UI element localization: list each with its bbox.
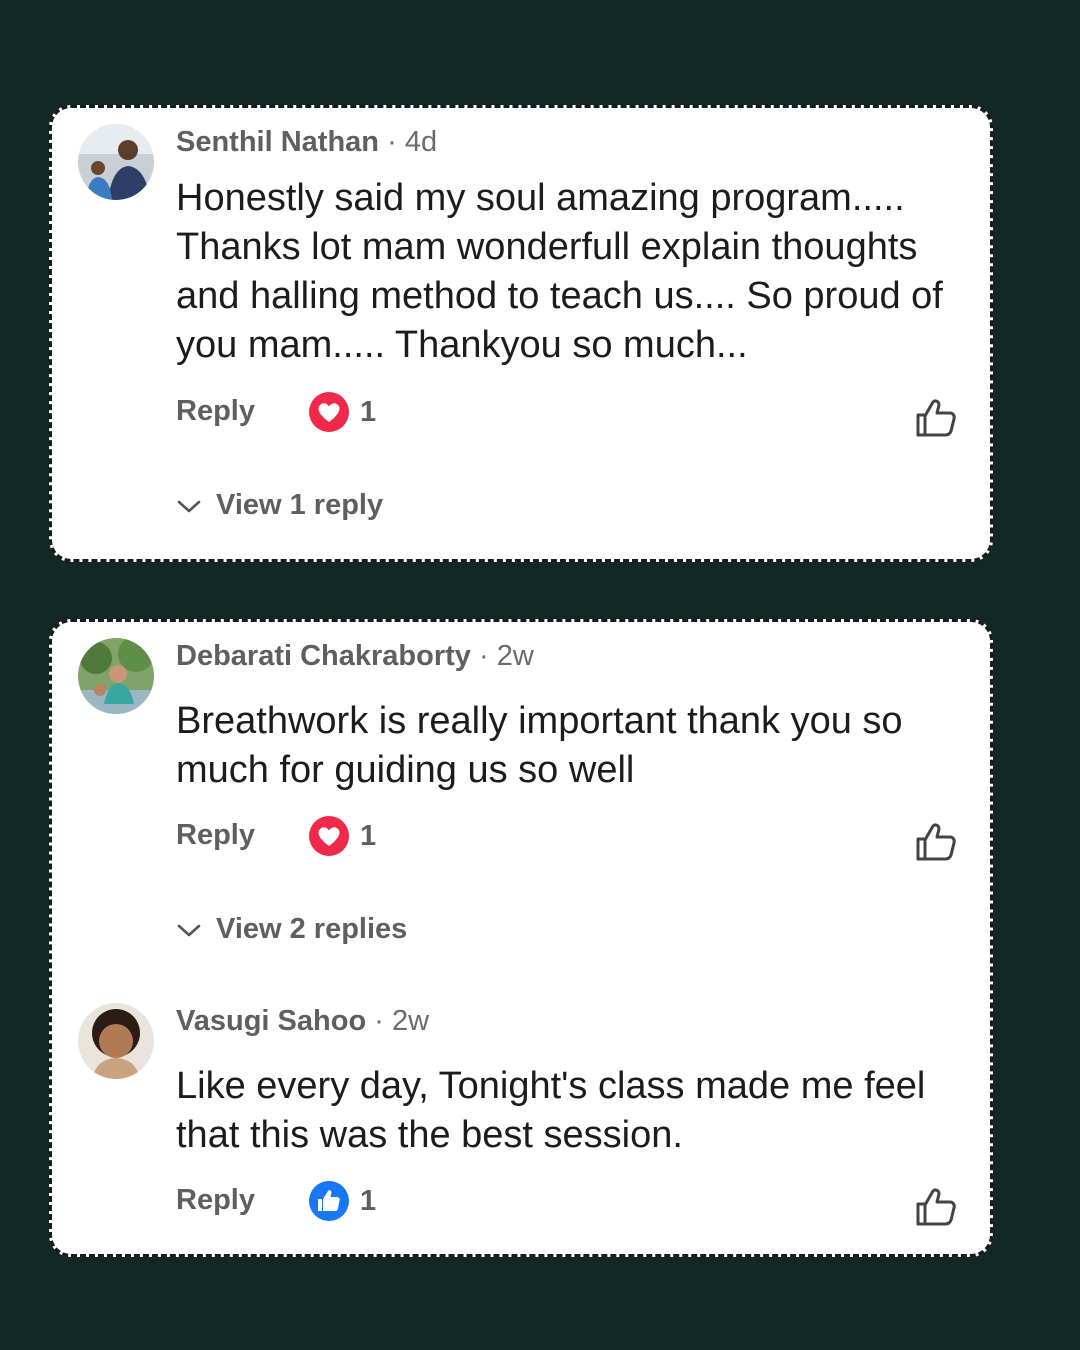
love-reaction-icon (309, 392, 349, 432)
avatar[interactable] (78, 1003, 154, 1079)
timestamp[interactable]: 4d (405, 126, 437, 158)
timestamp[interactable]: 2w (497, 640, 534, 672)
comment-meta: Senthil Nathan · 4d (176, 126, 437, 159)
view-replies-button[interactable]: View 2 replies (176, 913, 407, 946)
reaction-summary[interactable]: 1 (308, 815, 376, 857)
reaction-count: 1 (360, 395, 377, 428)
reply-button[interactable]: Reply (176, 819, 255, 852)
thumbs-up-outline-icon (916, 399, 956, 437)
comment-meta: Vasugi Sahoo · 2w (176, 1005, 429, 1038)
comment-card-1: Senthil Nathan · 4d Honestly said my sou… (49, 105, 993, 562)
love-reaction-icon (309, 816, 349, 856)
view-replies-label: View 2 replies (216, 913, 408, 945)
thumbs-up-outline-icon (916, 823, 956, 861)
view-replies-button[interactable]: View 1 reply (176, 489, 383, 522)
comment-text: Honestly said my soul amazing program...… (176, 177, 943, 366)
thumbs-up-outline-icon (916, 1188, 956, 1226)
reaction-count: 1 (360, 819, 377, 852)
like-button[interactable] (914, 820, 958, 864)
reply-button[interactable]: Reply (176, 395, 255, 428)
timestamp[interactable]: 2w (392, 1005, 429, 1037)
author-name[interactable]: Debarati Chakraborty (176, 640, 471, 672)
chevron-down-icon (177, 500, 201, 512)
like-button[interactable] (914, 1185, 958, 1229)
like-button[interactable] (914, 396, 958, 440)
comment-meta: Debarati Chakraborty · 2w (176, 640, 534, 673)
author-name[interactable]: Vasugi Sahoo (176, 1005, 366, 1037)
reaction-summary[interactable]: 1 (308, 391, 376, 433)
like-reaction-icon (309, 1181, 349, 1221)
comment-card-2: Debarati Chakraborty · 2w Breathwork is … (49, 619, 993, 1257)
meta-separator: · (387, 126, 397, 158)
view-replies-label: View 1 reply (216, 489, 384, 521)
meta-separator: · (479, 640, 489, 672)
avatar[interactable] (78, 124, 154, 200)
comment-text: Like every day, Tonight's class made me … (176, 1065, 926, 1156)
reaction-count: 1 (360, 1184, 377, 1217)
avatar[interactable] (78, 638, 154, 714)
author-name[interactable]: Senthil Nathan (176, 126, 379, 158)
chevron-down-icon (177, 924, 201, 936)
reply-button[interactable]: Reply (176, 1184, 255, 1217)
reaction-summary[interactable]: 1 (308, 1180, 376, 1222)
comment-text: Breathwork is really important thank you… (176, 700, 903, 791)
meta-separator: · (374, 1005, 384, 1037)
